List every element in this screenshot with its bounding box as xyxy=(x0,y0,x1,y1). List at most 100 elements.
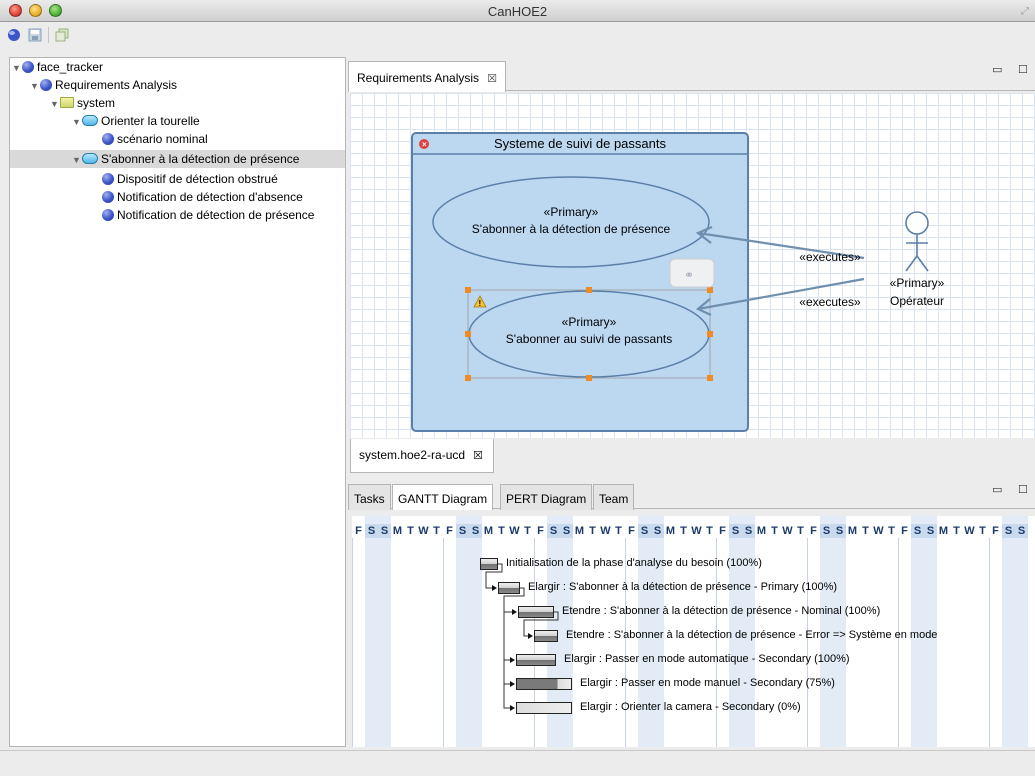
actor-operateur[interactable] xyxy=(905,211,929,272)
tree-item-requirements-analysis[interactable]: ▼ Requirements Analysis xyxy=(30,76,177,94)
diagram-canvas[interactable]: × Systeme de suivi de passants «Primary»… xyxy=(350,93,1035,438)
maximize-view-icon[interactable]: ☐ xyxy=(1018,483,1028,496)
day-header: S xyxy=(911,524,924,538)
tab-pert-diagram[interactable]: PERT Diagram xyxy=(500,484,593,510)
maximize-view-icon[interactable]: ☐ xyxy=(1018,63,1028,76)
tree-item-face-tracker[interactable]: ▼ face_tracker xyxy=(12,58,103,76)
day-header: S xyxy=(1002,524,1015,538)
day-header: S xyxy=(638,524,651,538)
close-tab-icon[interactable]: ☒ xyxy=(487,73,497,85)
tree-item-notification-presence[interactable]: Notification de détection de présence xyxy=(102,206,314,224)
gantt-task-bar[interactable] xyxy=(516,678,572,690)
day-header: S xyxy=(365,524,378,538)
fullscreen-icon[interactable]: ⤢ xyxy=(1021,6,1029,17)
gantt-task-bar[interactable] xyxy=(516,654,556,666)
expand-triangle-icon[interactable]: ▼ xyxy=(12,59,22,77)
day-header: M xyxy=(756,525,767,537)
day-header: W xyxy=(418,525,429,537)
day-header: T xyxy=(615,525,622,537)
day-header: T xyxy=(771,525,778,537)
tree-item-system[interactable]: ▼ system xyxy=(50,94,115,112)
expand-triangle-icon[interactable]: ▼ xyxy=(72,151,82,169)
gantt-chart[interactable]: FSSMTWTFSSMTWTFSSMTWTFSSMTWTFSSMTWTFSSMT… xyxy=(352,516,1035,747)
gantt-tabbar: Tasks GANTT Diagram PERT Diagram Team ▭ … xyxy=(348,481,1035,510)
svg-text:!: ! xyxy=(479,299,482,308)
gantt-task-bar[interactable] xyxy=(534,630,558,642)
save-all-icon[interactable] xyxy=(54,27,70,43)
day-header: T xyxy=(524,525,531,537)
day-header: S xyxy=(820,524,833,538)
svg-text:⚭: ⚭ xyxy=(684,268,694,282)
day-header: M xyxy=(665,525,676,537)
day-header: M xyxy=(847,525,858,537)
save-icon[interactable] xyxy=(27,27,43,43)
close-tab-icon[interactable]: ☒ xyxy=(473,450,483,462)
gantt-task-bar[interactable] xyxy=(498,582,520,594)
ball-icon xyxy=(102,191,114,203)
day-header: S xyxy=(833,524,846,538)
day-header: M xyxy=(483,525,494,537)
usecase-diagram[interactable]: × Systeme de suivi de passants «Primary»… xyxy=(350,93,1035,438)
gantt-task-label[interactable]: Elargir : Orienter la camera - Secondary… xyxy=(580,701,801,713)
minimize-view-icon[interactable]: ▭ xyxy=(992,63,1002,76)
day-header: M xyxy=(938,525,949,537)
gantt-task-label[interactable]: Elargir : Passer en mode automatique - S… xyxy=(564,653,850,665)
tree-item-label: system xyxy=(77,96,116,110)
toolbar-separator xyxy=(48,27,49,43)
usecase-icon xyxy=(82,153,98,164)
system-title: Systeme de suivi de passants xyxy=(494,136,666,151)
gantt-task-label[interactable]: Etendre : S'abonner à la détection de pr… xyxy=(562,605,880,617)
project-tree[interactable]: ▼ face_tracker ▼ Requirements Analysis ▼ sy… xyxy=(9,57,346,747)
gantt-task-label[interactable]: Initialisation de la phase d'analyse du … xyxy=(506,557,762,569)
tree-item-scenario-nominal[interactable]: scénario nominal xyxy=(102,130,208,148)
tree-item-orienter-la-tourelle[interactable]: ▼ Orienter la tourelle xyxy=(72,112,200,130)
gantt-task-label[interactable]: Elargir : S'abonner à la détection de pr… xyxy=(528,581,837,593)
tree-item-label: Notification de détection d'absence xyxy=(117,190,303,204)
gantt-task-bar[interactable] xyxy=(518,606,554,618)
title-bar: CanHOE2 ⤢ xyxy=(0,0,1035,22)
svg-text:×: × xyxy=(422,140,427,149)
tab-system-ucd[interactable]: system.hoe2-ra-ucd ☒ xyxy=(350,439,494,473)
tree-item-dispositif-obstrue[interactable]: Dispositif de détection obstrué xyxy=(102,170,278,188)
expand-triangle-icon[interactable]: ▼ xyxy=(50,95,60,113)
expand-triangle-icon[interactable]: ▼ xyxy=(30,77,40,95)
gantt-task-label[interactable]: Etendre : S'abonner à la détection de pr… xyxy=(566,629,937,641)
day-header: S xyxy=(547,524,560,538)
tab-team[interactable]: Team xyxy=(593,484,635,510)
day-header: W xyxy=(600,525,611,537)
expand-triangle-icon[interactable]: ▼ xyxy=(72,113,82,131)
day-header: T xyxy=(953,525,960,537)
gantt-task-label[interactable]: Elargir : Passer en mode manuel - Second… xyxy=(580,677,835,689)
day-header: F xyxy=(719,525,726,537)
day-header: W xyxy=(691,525,702,537)
tree-item-notification-absence[interactable]: Notification de détection d'absence xyxy=(102,188,303,206)
dependency-arrow-icon xyxy=(492,585,497,591)
day-header: S xyxy=(469,524,482,538)
tab-tasks[interactable]: Tasks xyxy=(348,484,391,510)
usecase1-name: S'abonner à la détection de présence xyxy=(472,222,671,236)
day-header: T xyxy=(862,525,869,537)
tree-item-label: scénario nominal xyxy=(117,132,208,146)
usecase-icon xyxy=(82,115,98,126)
dependency-arrow-icon xyxy=(528,633,533,639)
minimize-view-icon[interactable]: ▭ xyxy=(992,483,1002,496)
day-header: T xyxy=(498,525,505,537)
dependency-arrow-icon xyxy=(510,657,515,663)
new-ball-icon[interactable] xyxy=(6,27,22,43)
gantt-task-bar[interactable] xyxy=(516,702,572,714)
tree-item-sabonner-detection-presence[interactable]: ▼ S'abonner à la détection de présence xyxy=(10,150,345,169)
folder-icon xyxy=(60,97,74,108)
day-header: S xyxy=(924,524,937,538)
tab-requirements-analysis[interactable]: Requirements Analysis ☒ xyxy=(348,61,506,92)
dependency-arrow-icon xyxy=(510,681,515,687)
tree-item-label: face_tracker xyxy=(37,60,104,74)
tab-gantt-diagram[interactable]: GANTT Diagram xyxy=(392,484,494,510)
editor-tabbar: Requirements Analysis ☒ ▭ ☐ xyxy=(348,57,1035,92)
day-header: T xyxy=(680,525,687,537)
link2-label: «executes» xyxy=(799,295,861,309)
ball-icon xyxy=(102,173,114,185)
gantt-task-bar[interactable] xyxy=(480,558,498,570)
status-bar xyxy=(0,750,1035,776)
tab-label: Requirements Analysis xyxy=(357,71,480,85)
day-header: F xyxy=(628,525,635,537)
